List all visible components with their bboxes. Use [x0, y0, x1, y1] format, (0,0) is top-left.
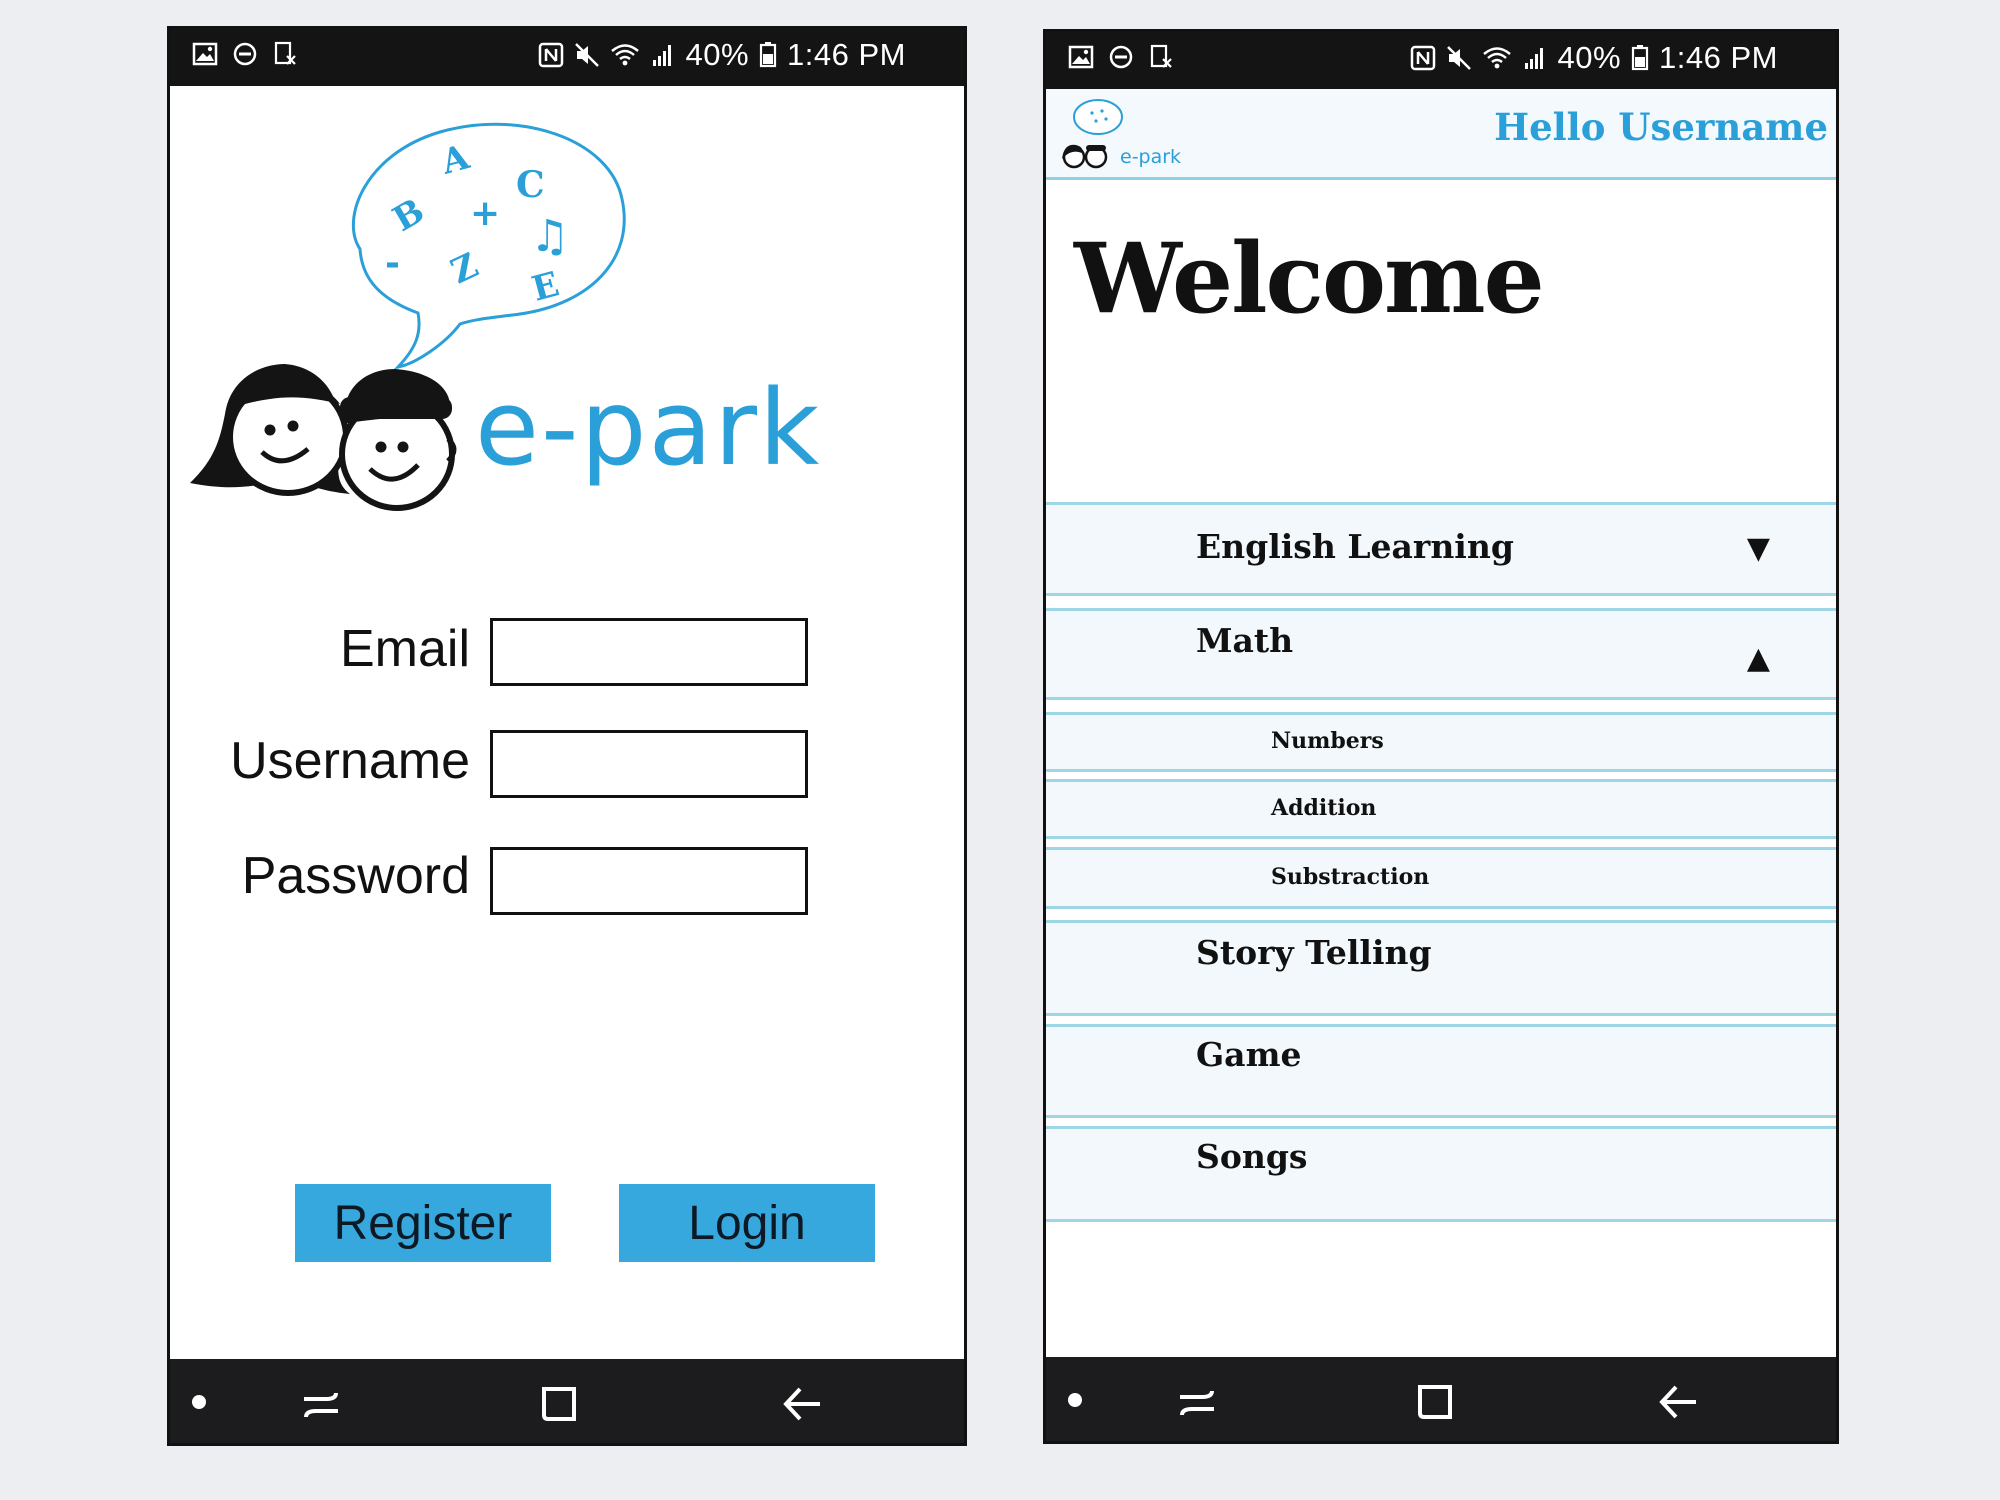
speech-bubble-icon	[1073, 99, 1123, 135]
screenshot-icon	[274, 41, 296, 65]
home-icon[interactable]	[1414, 1381, 1456, 1423]
signal-icon	[652, 45, 671, 66]
username-field[interactable]	[490, 730, 808, 798]
gallery-icon	[1068, 45, 1094, 69]
home-dot-icon	[1068, 1393, 1082, 1407]
e-park-logo: A C B + ♫ - Z E e-park	[190, 122, 821, 511]
dnd-icon	[233, 42, 257, 66]
signal-icon	[1524, 48, 1543, 69]
status-right: 40% 1:46 PM	[538, 37, 907, 73]
status-left-icons	[192, 41, 298, 67]
recents-icon[interactable]	[300, 1383, 342, 1425]
page-title: Welcome	[1074, 222, 1545, 335]
password-field[interactable]	[490, 847, 808, 915]
back-icon[interactable]	[780, 1383, 822, 1425]
chevron-down-icon[interactable]: ▼	[1747, 531, 1770, 566]
nav-bar	[1046, 1357, 1836, 1441]
nfc-icon	[1410, 45, 1435, 71]
menu-item-label: Game	[1196, 1035, 1302, 1074]
bubble-letter: C	[516, 164, 545, 206]
menu-item-game[interactable]: Game	[1046, 1024, 1836, 1118]
nfc-icon	[538, 42, 563, 68]
brand-wordmark: e-park	[475, 367, 821, 489]
status-bar: 40% 1:46 PM	[170, 29, 964, 86]
submenu-item-numbers[interactable]: Numbers	[1046, 712, 1836, 772]
home-icon[interactable]	[538, 1383, 580, 1425]
menu-item-english-learning[interactable]: English Learning ▼	[1046, 502, 1836, 596]
menu-item-label: Math	[1196, 621, 1294, 660]
email-label: Email	[339, 620, 470, 678]
menu-screen: 40% 1:46 PM e-park Hello Username Welcom…	[1043, 29, 1839, 1444]
status-right: 40% 1:46 PM	[1410, 40, 1779, 76]
chevron-up-icon[interactable]: ▲	[1747, 641, 1770, 676]
battery-percent: 40%	[1557, 40, 1622, 75]
bubble-letter: ♫	[530, 211, 569, 262]
bubble-letter: -	[385, 243, 400, 284]
password-label: Password	[241, 847, 470, 905]
boy-face-icon	[339, 369, 457, 511]
menu-item-songs[interactable]: Songs	[1046, 1126, 1836, 1222]
status-left-icons	[1068, 44, 1174, 70]
back-icon[interactable]	[1656, 1381, 1698, 1423]
email-field[interactable]	[490, 618, 808, 686]
menu-item-story-telling[interactable]: Story Telling	[1046, 920, 1836, 1016]
username-label: Username	[230, 732, 470, 790]
e-park-small-logo: e-park	[1062, 99, 1181, 169]
register-button[interactable]: Register	[295, 1184, 551, 1262]
recents-icon[interactable]	[1176, 1381, 1218, 1423]
bubble-letter: +	[470, 193, 500, 234]
battery-percent: 40%	[685, 37, 750, 72]
status-bar: 40% 1:46 PM	[1046, 32, 1836, 89]
clock: 1:46 PM	[787, 37, 906, 72]
greeting: Hello Username	[1494, 105, 1828, 149]
speech-bubble-icon: A C B + ♫ - Z E	[351, 122, 626, 370]
battery-icon	[1631, 45, 1649, 71]
kids-faces-icon	[1062, 144, 1108, 169]
submenu-item-substraction[interactable]: Substraction	[1046, 847, 1836, 909]
mute-icon	[574, 43, 599, 67]
clock: 1:46 PM	[1659, 40, 1778, 75]
menu-item-math[interactable]: Math ▲	[1046, 608, 1836, 700]
nav-bar	[170, 1359, 964, 1443]
mute-icon	[1446, 46, 1471, 70]
girl-face-icon	[190, 364, 350, 496]
submenu-item-label: Substraction	[1271, 864, 1430, 890]
submenu-item-label: Numbers	[1271, 728, 1384, 754]
wifi-icon	[1482, 47, 1511, 69]
dnd-icon	[1109, 45, 1133, 69]
login-button[interactable]: Login	[619, 1184, 875, 1262]
menu-item-label: Songs	[1196, 1137, 1308, 1176]
wifi-icon	[610, 44, 639, 66]
gallery-icon	[192, 42, 218, 66]
login-screen: 40% 1:46 PM A C B + ♫ - Z E e-park Email…	[167, 26, 967, 1446]
menu-item-label: Story Telling	[1196, 933, 1432, 972]
battery-icon	[759, 42, 777, 68]
submenu-item-label: Addition	[1271, 795, 1377, 821]
home-dot-icon	[192, 1395, 206, 1409]
app-header: e-park Hello Username	[1046, 89, 1836, 180]
brand-wordmark: e-park	[1120, 146, 1181, 168]
menu-item-label: English Learning	[1196, 527, 1514, 566]
screenshot-icon	[1150, 44, 1172, 68]
submenu-item-addition[interactable]: Addition	[1046, 779, 1836, 839]
